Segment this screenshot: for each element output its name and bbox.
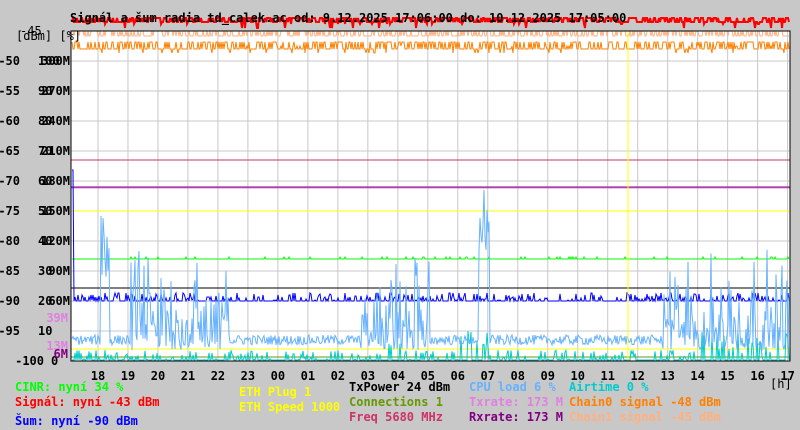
legend-eth-plug: ETH Plug 1 [239,385,312,399]
y-tick-rate: 180M [41,174,70,188]
x-tick-label: 20 [151,369,165,383]
legend-signal: Signál: nyní -43 dBm [15,395,160,409]
legend-connections: Connections 1 [349,395,443,409]
legend-chain0: Chain0 signal -48 dBm [569,395,721,409]
y-tick-dbm: -75 [0,204,20,218]
legend-noise: Šum: nyní -90 dBm [15,414,138,428]
y-tick-rate: 60M [48,294,70,308]
x-tick-label: 13 [660,369,674,383]
x-tick-label: 15 [720,369,734,383]
legend-cinr: CINR: nyní 34 % [15,380,124,394]
y-tick-rate: 240M [41,114,70,128]
y-tick-dbm: -60 [0,114,20,128]
y-tick-dbm: -50 [0,54,20,68]
x-axis-unit: [h] [770,377,792,391]
y-tick-rate: 150M [41,204,70,218]
x-tick-label: 14 [690,369,704,383]
y-tick-dbm: -100 [15,354,44,368]
legend-chain1: Chain1 signal -45 dBm [569,410,721,424]
legend-txrate: Txrate: 173 M [469,395,563,409]
series-chain1 [72,30,789,37]
y-tick-rate: 90M [48,264,70,278]
x-tick-label: 22 [211,369,225,383]
y-tick-dbm: -85 [0,264,20,278]
y-tick-rate: 300M [41,54,70,68]
y-tick-percent: 10 [38,324,52,338]
x-tick-label: 01 [301,369,315,383]
plot-area [71,31,790,361]
y-tick-rate: 270M [41,84,70,98]
legend-txpower: TxPower 24 dBm [349,380,451,394]
legend-eth-speed: ETH Speed 1000 [239,400,341,414]
y-tick-dbm: -70 [0,174,20,188]
y-tick-dbm: -90 [0,294,20,308]
legend-freq: Freq 5680 MHz [349,410,443,424]
legend-cpu: CPU load 6 % [469,380,556,394]
legend-airtime: Airtime 0 % [569,380,649,394]
y-top-label: -45 [20,24,42,38]
y-tick-dbm: -95 [0,324,20,338]
chart-title: Signál a šum radia td_calek.ac od: 9.12.… [70,11,627,25]
y-tick-rate: 210M [41,144,70,158]
y-tick-dbm: -80 [0,234,20,248]
y-extra-rate-label: 39M [46,311,68,325]
legend-rxrate: Rxrate: 173 M [469,410,563,424]
x-tick-label: 02 [331,369,345,383]
y-tick-dbm: -65 [0,144,20,158]
signal-noise-chart: 18 19 20 21 22 23 00 01 02 03 04 05 06 07 08 09 10 11 12 13… [0,17,795,383]
x-tick-label: 06 [451,369,465,383]
y-tick-dbm: -55 [0,84,20,98]
x-tick-label: 23 [241,369,255,383]
y-extra-rate-label: 6M [54,347,68,361]
y-tick-rate: 120M [41,234,70,248]
x-tick-label: 16 [750,369,764,383]
x-tick-label: 00 [271,369,285,383]
x-tick-label: 21 [181,369,195,383]
